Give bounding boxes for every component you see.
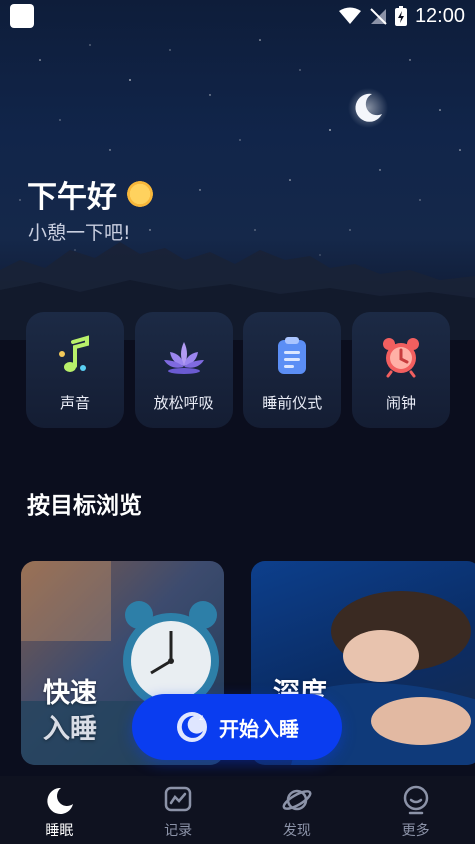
notification-icon bbox=[10, 4, 34, 28]
feature-sound[interactable]: 声音 bbox=[26, 312, 124, 428]
tab-sleep[interactable]: 睡眠 bbox=[0, 776, 119, 844]
feature-bedtime-ritual[interactable]: 睡前仪式 bbox=[243, 312, 342, 428]
tab-label: 发现 bbox=[282, 823, 311, 839]
wifi-icon bbox=[338, 7, 361, 24]
moon-icon: z bbox=[177, 712, 207, 742]
chart-icon bbox=[164, 786, 192, 812]
music-note-icon bbox=[53, 334, 97, 378]
start-sleep-label: 开始入睡 bbox=[219, 716, 299, 741]
tab-discover[interactable]: 发现 bbox=[238, 776, 357, 844]
sun-icon bbox=[127, 181, 153, 207]
bottom-tab-bar: 睡眠 记录 发现 更多 bbox=[0, 776, 475, 844]
feature-breathing[interactable]: 放松呼吸 bbox=[134, 312, 233, 428]
battery-charging-icon bbox=[394, 6, 407, 26]
greeting-text: 下午好 bbox=[27, 180, 117, 215]
feature-label: 放松呼吸 bbox=[153, 394, 214, 412]
tab-label: 更多 bbox=[401, 823, 430, 839]
feature-alarm[interactable]: 闹钟 bbox=[351, 312, 450, 428]
moon-icon bbox=[47, 787, 74, 814]
tab-more[interactable]: 更多 bbox=[356, 776, 475, 844]
greeting: 下午好 bbox=[27, 172, 153, 216]
goal-card-title: 入睡 bbox=[43, 714, 97, 745]
feature-label: 闹钟 bbox=[385, 394, 416, 412]
planet-icon bbox=[282, 789, 312, 811]
start-sleep-button[interactable]: z 开始入睡 bbox=[132, 694, 342, 760]
moon-icon bbox=[348, 88, 388, 128]
tab-label: 记录 bbox=[164, 823, 193, 839]
feature-label: 声音 bbox=[59, 394, 90, 412]
hero-background bbox=[0, 0, 475, 340]
tab-records[interactable]: 记录 bbox=[119, 776, 238, 844]
svg-text:z: z bbox=[199, 713, 203, 722]
no-signal-icon bbox=[370, 8, 387, 25]
greeting-subtitle: 小憩一下吧! bbox=[28, 222, 131, 244]
tab-label: 睡眠 bbox=[45, 823, 74, 839]
status-time: 12:00 bbox=[414, 4, 465, 27]
clipboard-icon bbox=[270, 334, 314, 378]
feature-label: 睡前仪式 bbox=[262, 394, 323, 412]
alarm-clock-icon bbox=[379, 334, 423, 378]
face-icon bbox=[403, 785, 428, 815]
goal-card-title: 快速 bbox=[43, 678, 97, 709]
browse-section-title: 按目标浏览 bbox=[27, 493, 142, 519]
status-bar: 12:00 bbox=[0, 0, 475, 32]
feature-shortcuts: 声音 放松呼吸 睡前仪式 闹钟 bbox=[26, 312, 450, 428]
lotus-icon bbox=[162, 334, 206, 378]
